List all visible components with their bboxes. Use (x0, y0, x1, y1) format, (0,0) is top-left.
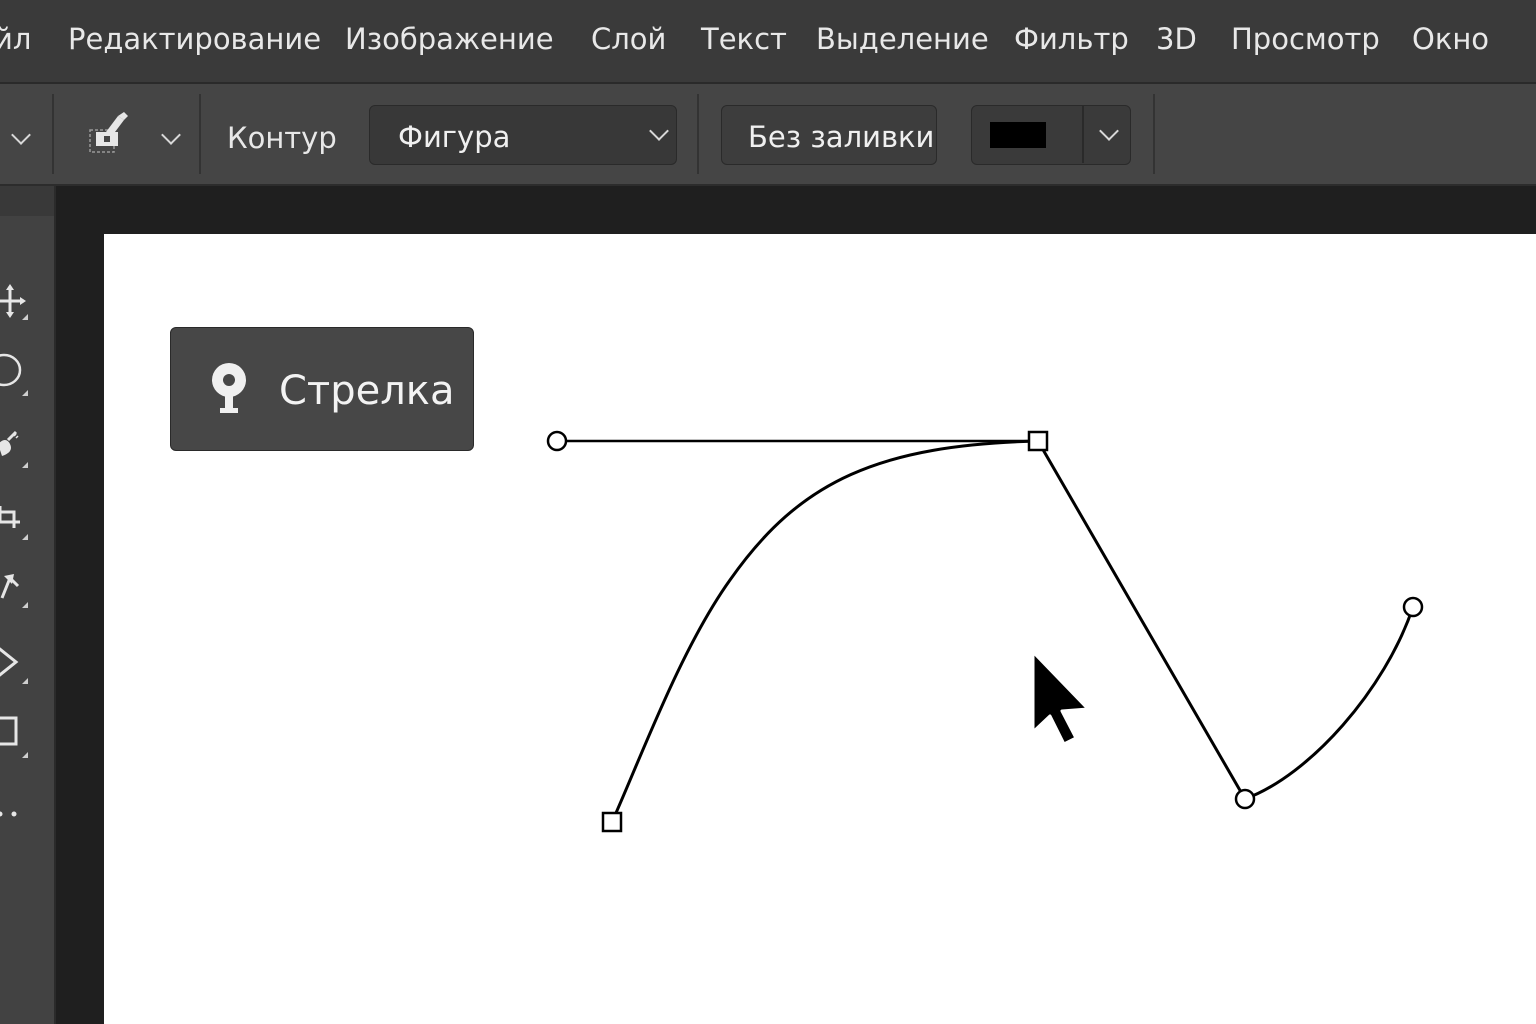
tool-tooltip: Стрелка (170, 327, 474, 451)
anchor-point[interactable] (1402, 596, 1424, 618)
curve-segment[interactable] (610, 439, 1039, 823)
anchor-point[interactable] (601, 811, 623, 833)
direction-handle-point[interactable] (546, 430, 568, 452)
pin-icon (212, 363, 246, 413)
curve-segment[interactable] (1244, 606, 1415, 801)
anchor-point[interactable] (1027, 430, 1049, 452)
straight-segment[interactable] (1036, 440, 1247, 800)
tooltip-label: Стрелка (279, 368, 455, 414)
bezier-path-overlay (546, 430, 1424, 833)
anchor-point[interactable] (1234, 788, 1256, 810)
mouse-cursor-icon (1031, 650, 1090, 746)
